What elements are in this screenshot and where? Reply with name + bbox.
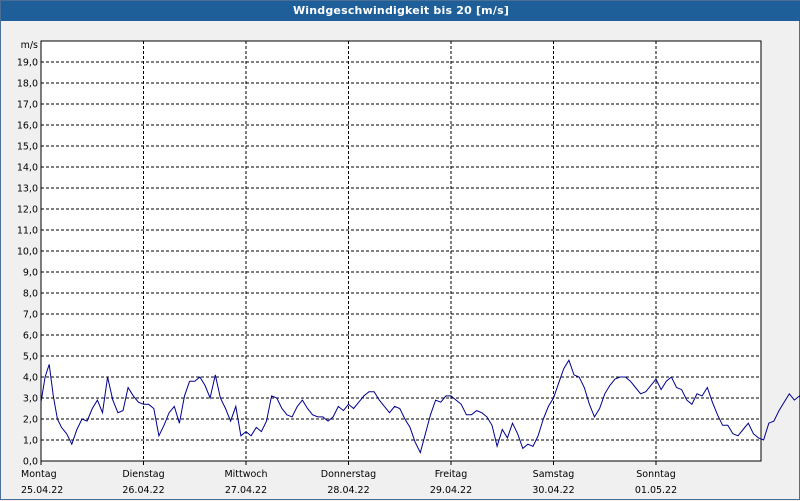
- x-tick-label-day: Donnerstag: [321, 469, 376, 480]
- x-tick-label-date: 25.04.22: [21, 485, 63, 496]
- y-tick-label: 19,0: [17, 58, 38, 69]
- x-tick-label-day: Mittwoch: [224, 469, 267, 480]
- y-tick-label: 0,0: [23, 457, 38, 468]
- y-tick-label: 17,0: [17, 100, 38, 111]
- y-tick-label: 8,0: [23, 289, 38, 300]
- y-tick-label: 3,0: [23, 394, 38, 405]
- y-tick-label: 7,0: [23, 310, 38, 321]
- x-tick-label-day: Montag: [21, 469, 57, 480]
- wind-speed-chart: 0,0 1,0 2,0 3,0 4,0 5,0 6,0 7,0 8,0 9,0 10,0 11,0 12…: [17, 40, 800, 496]
- x-tick-label-date: 01.05.22: [635, 485, 677, 496]
- y-tick-label: 14,0: [17, 163, 38, 174]
- x-tick-label-date: 28.04.22: [327, 485, 369, 496]
- x-tick-label-date: 29.04.22: [430, 485, 472, 496]
- x-tick-label-date: 27.04.22: [225, 485, 267, 496]
- y-tick-label: 12,0: [17, 205, 38, 216]
- y-tick-label: 5,0: [23, 352, 38, 363]
- y-tick-label: 16,0: [17, 121, 38, 132]
- y-tick-label: 2,0: [23, 415, 38, 426]
- x-tick-label-day: Freitag: [435, 469, 468, 480]
- x-tick-label-date: 30.04.22: [532, 485, 574, 496]
- x-tick-label-date: 26.04.22: [122, 485, 164, 496]
- y-axis-label: m/s: [21, 40, 38, 51]
- x-tick-label-day: Dienstag: [122, 469, 164, 480]
- y-tick-label: 6,0: [23, 331, 38, 342]
- y-tick-label: 13,0: [17, 184, 38, 195]
- x-tick-label-day: Sonntag: [636, 469, 675, 480]
- y-tick-label: 10,0: [17, 247, 38, 258]
- y-tick-label: 11,0: [17, 226, 38, 237]
- y-tick-label: 9,0: [23, 268, 38, 279]
- y-tick-label: 18,0: [17, 79, 38, 90]
- y-tick-label: 15,0: [17, 142, 38, 153]
- chart-window: Windgeschwindigkeit bis 20 [m/s] 0,0 1,0 2…: [0, 0, 800, 500]
- y-tick-label: 4,0: [23, 373, 38, 384]
- y-tick-label: 1,0: [23, 436, 38, 447]
- x-tick-label-day: Samstag: [533, 469, 575, 480]
